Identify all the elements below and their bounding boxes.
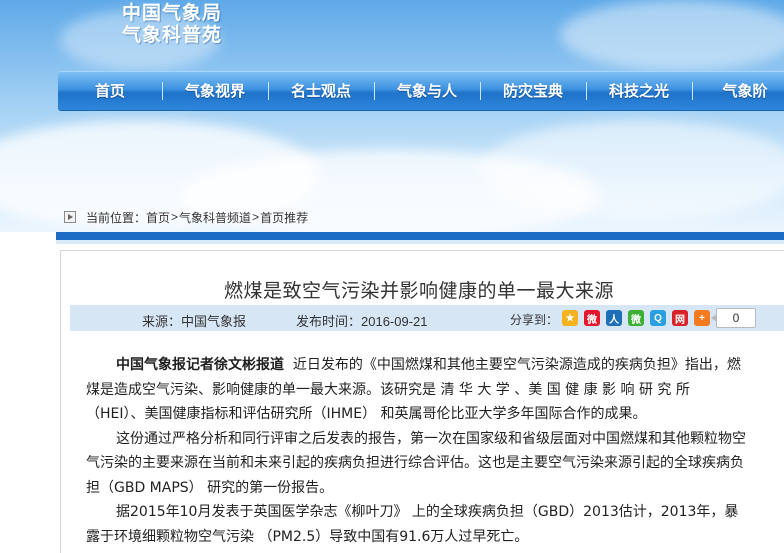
content-top-stripe-light <box>56 240 784 244</box>
breadcrumb-separator: > <box>171 210 179 224</box>
article-paragraph-1: 中国气象报记者徐文彬报道 近日发布的《中国燃煤和其他主要空气污染源造成的疾病负担… <box>86 353 746 427</box>
site-logo[interactable]: 中国气象局 气象科普苑 <box>122 2 222 46</box>
article-info-bar: 来源：中国气象报 发布时间：2016-09-21 分享到： ★ 微人微 Q 网 + 0 <box>70 305 784 331</box>
breadcrumb-home[interactable]: 首页 <box>146 209 170 226</box>
main-nav: 首页 气象视界 名士观点 气象与人 防灾宝典 科技之光 气象阶 <box>58 71 784 111</box>
nav-item-tech-light[interactable]: 科技之光 <box>586 71 692 111</box>
more-icon[interactable]: + <box>694 310 710 326</box>
breadcrumb-featured[interactable]: 首页推荐 <box>260 209 308 226</box>
article-source: 来源：中国气象报 <box>142 314 247 329</box>
share-count[interactable]: 0 <box>711 308 756 328</box>
qzone-icon[interactable]: ★ <box>562 310 578 326</box>
article-lead: 中国气象报记者徐文彬报道 <box>116 357 284 373</box>
renren-icon[interactable]: 人 <box>606 310 622 326</box>
breadcrumb-channel[interactable]: 气象科普频道 <box>179 209 251 226</box>
nav-item-expert-views[interactable]: 名士观点 <box>268 71 374 111</box>
article-date: 发布时间：2016-09-21 <box>296 314 428 329</box>
qq-icon[interactable]: Q <box>650 310 666 326</box>
nav-item-weather-vision[interactable]: 气象视界 <box>162 71 268 111</box>
content-top-stripe <box>56 232 784 240</box>
location-icon <box>64 211 76 223</box>
wechat-icon[interactable]: 微 <box>628 310 644 326</box>
article-body: 中国气象报记者徐文彬报道 近日发布的《中国燃煤和其他主要空气污染源造成的疾病负担… <box>86 353 746 549</box>
article-title: 燃煤是致空气污染并影响健康的单一最大来源 <box>223 280 614 302</box>
logo-line-1: 中国气象局 <box>122 2 223 24</box>
share-label: 分享到： <box>510 313 559 327</box>
logo-line-2: 气象科普苑 <box>122 24 223 46</box>
weibo-icon[interactable]: 微 <box>584 310 600 326</box>
breadcrumb-separator: > <box>252 210 260 224</box>
nav-item-disaster-guide[interactable]: 防灾宝典 <box>480 71 586 111</box>
article-paragraph-3: 据2015年10月发表于英国医学杂志《柳叶刀》 上的全球疾病负担（GBD）201… <box>86 504 739 545</box>
nav-item-weather-more[interactable]: 气象阶 <box>691 71 784 111</box>
netease-icon[interactable]: 网 <box>672 310 688 326</box>
nav-item-weather-people[interactable]: 气象与人 <box>374 71 480 111</box>
nav-item-home[interactable]: 首页 <box>58 71 162 111</box>
header-banner: 中国气象局 气象科普苑 <box>0 0 784 232</box>
breadcrumb: 当前位置： 首页 > 气象科普频道 > 首页推荐 <box>64 208 308 226</box>
article-paragraph-2: 这份通过严格分析和同行评审之后发表的报告，第一次在国家级和省级层面对中国燃煤和其… <box>86 430 746 496</box>
share-icons: ★ 微人微 Q 网 + <box>562 310 716 326</box>
breadcrumb-prefix: 当前位置： <box>86 210 147 225</box>
